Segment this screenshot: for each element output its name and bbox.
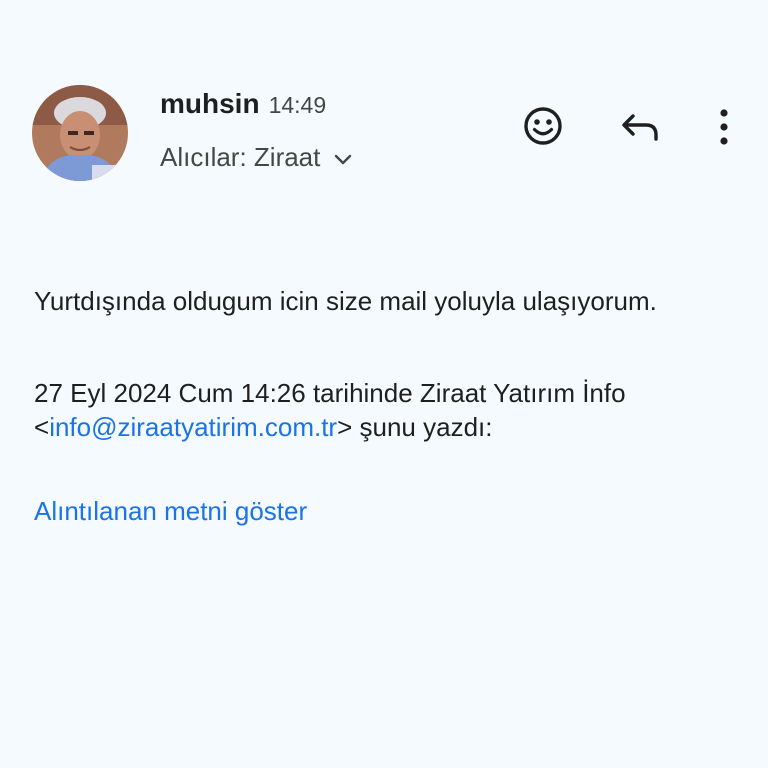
quote-lt: < [34, 412, 50, 442]
quote-suffix: > şunu yazdı: [337, 412, 493, 442]
sender-name[interactable]: muhsin [160, 88, 260, 120]
reply-icon [622, 114, 658, 141]
quote-header-line: 27 Eyl 2024 Cum 14:26 tarihinde Ziraat Y… [34, 378, 626, 408]
sender-avatar[interactable] [32, 85, 128, 181]
sender-line: muhsin 14:49 [160, 88, 326, 120]
recipients-label: Alıcılar: Ziraat [160, 142, 321, 172]
chevron-down-icon [334, 142, 352, 173]
add-emoji-icon [524, 107, 562, 145]
message-time: 14:49 [268, 92, 327, 118]
more-vert-icon [720, 109, 728, 145]
recipients-toggle[interactable]: Alıcılar: Ziraat [160, 142, 352, 173]
sender-email-link[interactable]: info@ziraatyatirim.com.tr [49, 412, 337, 442]
quote-header-sender: <info@ziraatyatirim.com.tr> şunu yazdı: [34, 410, 626, 444]
reply-button[interactable] [616, 102, 664, 150]
avatar-photo [32, 85, 128, 181]
quote-header: 27 Eyl 2024 Cum 14:26 tarihinde Ziraat Y… [34, 376, 626, 444]
show-quoted-text-link[interactable]: Alıntılanan metni göster [34, 494, 307, 528]
message-body-line: Yurtdışında oldugum icin size mail yoluy… [34, 286, 657, 316]
more-options-button[interactable] [700, 102, 748, 150]
add-reaction-button[interactable] [519, 102, 567, 150]
